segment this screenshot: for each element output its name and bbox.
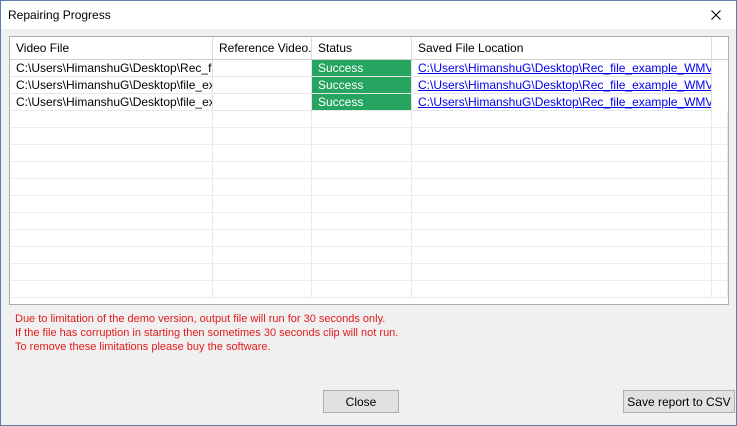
empty-table-cell — [213, 128, 312, 145]
status-cell: Success — [312, 60, 412, 77]
empty-table-cell — [312, 145, 412, 162]
empty-table-cell — [312, 230, 412, 247]
table-row[interactable]: C:\Users\HimanshuG\Desktop\file_ex... Su… — [10, 77, 728, 94]
empty-table-row — [10, 213, 728, 230]
column-header-reference-video[interactable]: Reference Video... — [213, 37, 312, 59]
empty-table-cell — [412, 162, 712, 179]
empty-table-cell — [10, 162, 213, 179]
window-title: Repairing Progress — [8, 8, 111, 22]
empty-table-cell — [312, 162, 412, 179]
note-line: If the file has corruption in starting t… — [15, 327, 399, 339]
empty-table-cell — [10, 128, 213, 145]
empty-table-cell — [213, 230, 312, 247]
save-report-csv-button[interactable]: Save report to CSV — [623, 390, 735, 413]
empty-table-cell — [10, 281, 213, 298]
status-cell: Success — [312, 94, 412, 111]
saved-location-link[interactable]: C:\Users\HimanshuG\Desktop\Rec_file_exam… — [412, 60, 712, 77]
progress-table: Video File Reference Video... Status Sav… — [9, 36, 729, 305]
empty-table-cell — [712, 196, 728, 213]
note-line: Due to limitation of the demo version, o… — [15, 313, 386, 325]
empty-table-cell — [412, 264, 712, 281]
video-file-cell: C:\Users\HimanshuG\Desktop\Rec_fil... — [10, 60, 213, 77]
empty-table-row — [10, 145, 728, 162]
empty-table-cell — [412, 247, 712, 264]
column-header-saved-location[interactable]: Saved File Location — [412, 37, 712, 59]
empty-table-cell — [312, 281, 412, 298]
empty-table-cell — [10, 111, 213, 128]
status-cell: Success — [312, 77, 412, 94]
empty-table-cell — [412, 145, 712, 162]
close-button[interactable]: Close — [323, 390, 399, 413]
empty-table-cell — [10, 145, 213, 162]
empty-table-cell — [412, 179, 712, 196]
empty-table-cell — [10, 196, 213, 213]
empty-table-row — [10, 162, 728, 179]
empty-table-cell — [10, 213, 213, 230]
empty-table-cell — [312, 128, 412, 145]
empty-table-cell — [213, 162, 312, 179]
empty-table-cell — [312, 196, 412, 213]
empty-table-cell — [312, 213, 412, 230]
empty-table-row — [10, 264, 728, 281]
table-header: Video File Reference Video... Status Sav… — [10, 37, 728, 60]
empty-table-row — [10, 196, 728, 213]
empty-table-cell — [412, 213, 712, 230]
reference-video-cell — [213, 77, 312, 94]
empty-table-cell — [412, 230, 712, 247]
empty-table-cell — [213, 145, 312, 162]
repairing-progress-dialog: Repairing Progress Video File Reference … — [0, 0, 737, 426]
empty-table-cell — [213, 196, 312, 213]
saved-location-link[interactable]: C:\Users\HimanshuG\Desktop\Rec_file_exam… — [412, 94, 712, 111]
note-line: To remove these limitations please buy t… — [15, 341, 271, 353]
empty-table-cell — [412, 281, 712, 298]
empty-table-cell — [213, 213, 312, 230]
empty-table-cell — [10, 230, 213, 247]
empty-table-cell — [712, 145, 728, 162]
empty-table-cell — [10, 264, 213, 281]
video-file-cell: C:\Users\HimanshuG\Desktop\file_ex... — [10, 94, 213, 111]
empty-table-cell — [312, 111, 412, 128]
empty-table-cell — [712, 264, 728, 281]
empty-table-row — [10, 179, 728, 196]
reference-video-cell — [213, 94, 312, 111]
empty-table-row — [10, 247, 728, 264]
empty-table-row — [10, 281, 728, 298]
empty-table-cell — [712, 281, 728, 298]
empty-table-cell — [712, 111, 728, 128]
close-icon[interactable] — [696, 1, 736, 29]
table-row[interactable]: C:\Users\HimanshuG\Desktop\Rec_fil... Su… — [10, 60, 728, 77]
empty-table-cell — [712, 230, 728, 247]
column-header-video-file[interactable]: Video File — [10, 37, 213, 59]
empty-table-cell — [712, 128, 728, 145]
empty-table-cell — [412, 111, 712, 128]
empty-table-cell — [312, 179, 412, 196]
empty-table-row — [10, 111, 728, 128]
demo-limitation-notes: Due to limitation of the demo version, o… — [15, 312, 398, 354]
table-row[interactable]: C:\Users\HimanshuG\Desktop\file_ex... Su… — [10, 94, 728, 111]
video-file-cell: C:\Users\HimanshuG\Desktop\file_ex... — [10, 77, 213, 94]
empty-table-row — [10, 230, 728, 247]
empty-table-cell — [712, 213, 728, 230]
empty-table-cell — [10, 179, 213, 196]
empty-table-cell — [312, 247, 412, 264]
empty-table-cell — [213, 247, 312, 264]
empty-table-cell — [213, 281, 312, 298]
empty-table-cell — [412, 196, 712, 213]
saved-location-link[interactable]: C:\Users\HimanshuG\Desktop\Rec_file_exam… — [412, 77, 712, 94]
column-header-filler — [712, 37, 728, 59]
reference-video-cell — [213, 60, 312, 77]
empty-table-cell — [412, 128, 712, 145]
empty-table-row — [10, 128, 728, 145]
empty-table-cell — [712, 162, 728, 179]
empty-table-cell — [213, 264, 312, 281]
empty-table-cell — [712, 247, 728, 264]
empty-table-cell — [10, 247, 213, 264]
empty-table-cell — [213, 179, 312, 196]
empty-table-cell — [213, 111, 312, 128]
title-bar: Repairing Progress — [1, 1, 736, 29]
column-header-status[interactable]: Status — [312, 37, 412, 59]
empty-table-cell — [712, 179, 728, 196]
empty-table-cell — [312, 264, 412, 281]
